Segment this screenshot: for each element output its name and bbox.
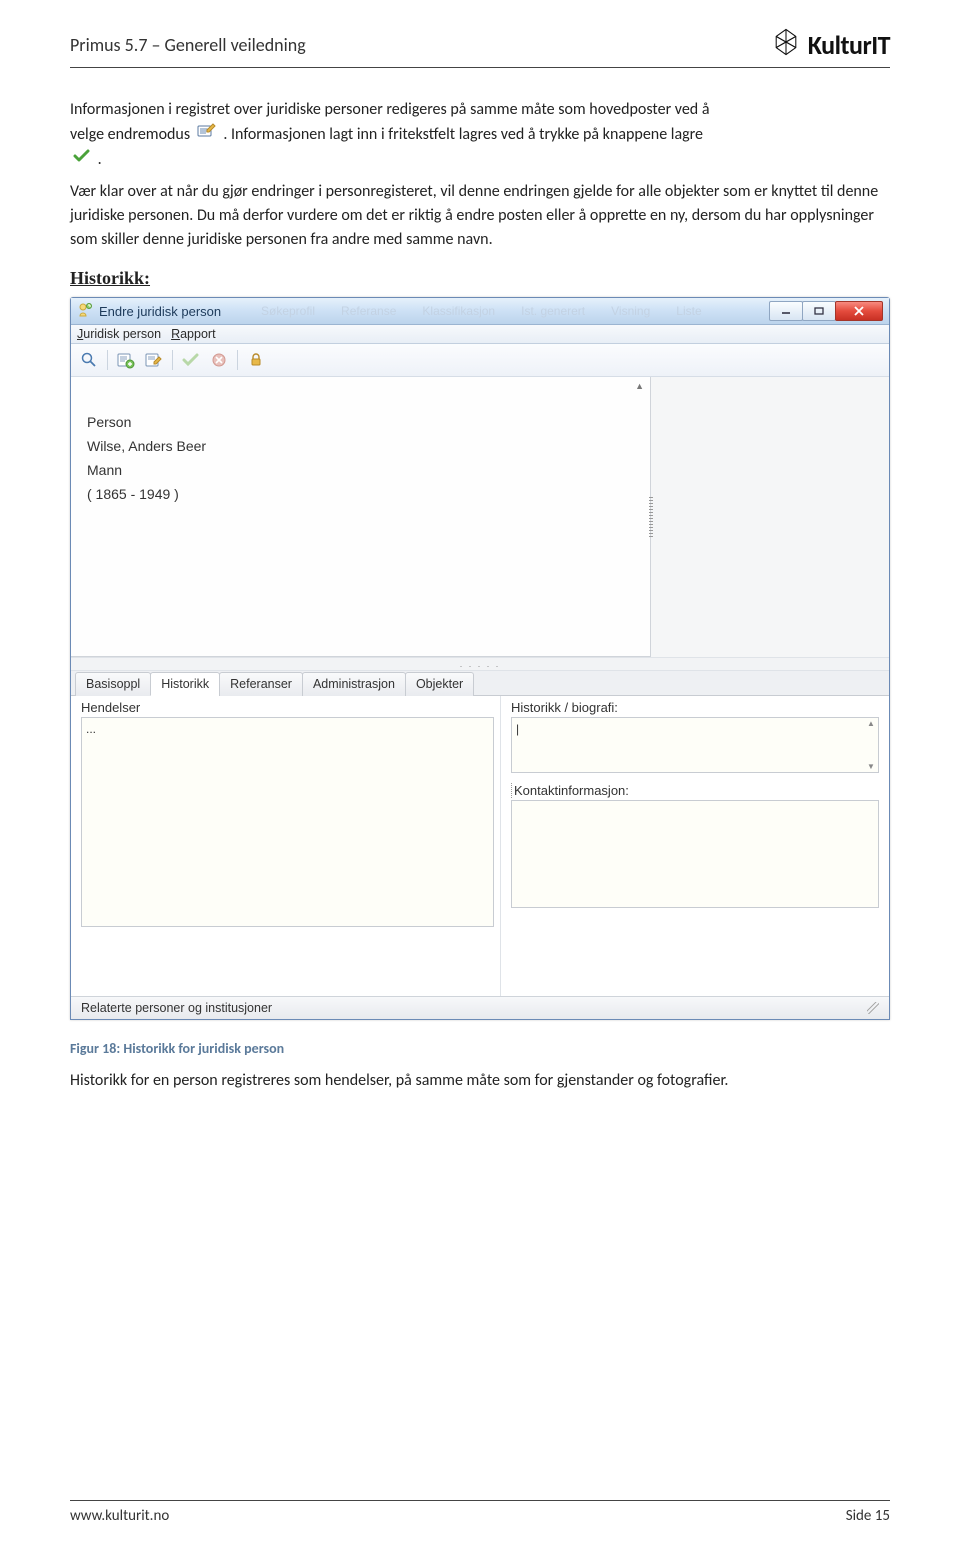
upper-content: ▲ Person Wilse, Anders Beer Mann ( 1865 …	[71, 377, 889, 657]
heading-historikk: Historikk:	[70, 268, 890, 289]
scroll-down-icon[interactable]: ▼	[867, 762, 875, 771]
edit-record-button[interactable]	[142, 348, 166, 372]
footer-url: www.kulturit.no	[70, 1507, 169, 1525]
toolbar	[71, 344, 889, 377]
para1-seg-d: .	[98, 150, 102, 169]
statusbar-text: Relaterte personer og institusjoner	[81, 1001, 272, 1015]
person-summary-panel: ▲ Person Wilse, Anders Beer Mann ( 1865 …	[71, 377, 651, 657]
hendelser-value: ...	[86, 722, 96, 736]
tabs-row: Basisoppl Historikk Referanser Administr…	[71, 671, 889, 696]
toolbar-separator	[237, 350, 238, 370]
para1-seg-b: velge endremodus	[70, 125, 194, 144]
horizontal-splitter[interactable]: . . . . .	[71, 657, 889, 671]
footer-page: Side 15	[846, 1507, 890, 1525]
brand-logo-icon	[772, 28, 800, 61]
maximize-button[interactable]	[802, 301, 836, 321]
brand-text: KulturIT	[808, 29, 890, 61]
person-type: Person	[87, 411, 638, 435]
toolbar-separator	[107, 350, 108, 370]
window-controls	[770, 301, 883, 321]
tab-objekter[interactable]: Objekter	[405, 672, 474, 696]
titlebar[interactable]: Endre juridisk person Søkeprofil Referan…	[71, 298, 889, 325]
cancel-button[interactable]	[207, 348, 231, 372]
search-button[interactable]	[77, 348, 101, 372]
body-paragraph-1: Informasjonen i registret over juridiske…	[70, 98, 890, 172]
hendelser-textarea[interactable]: ...	[81, 717, 494, 927]
new-record-button[interactable]	[114, 348, 138, 372]
menu-juridisk-person[interactable]: Juridisk person	[77, 327, 161, 341]
tab-administrasjon[interactable]: Administrasjon	[302, 672, 406, 696]
body-paragraph-3: Historikk for en person registreres som …	[70, 1069, 890, 1093]
titlebar-ghost-tabs: Søkeprofil Referanse Klassifikasjon Ist.…	[261, 304, 702, 318]
save-button[interactable]	[179, 348, 203, 372]
resize-grip-icon[interactable]	[867, 1002, 879, 1014]
tab-referanser[interactable]: Referanser	[219, 672, 303, 696]
hendelser-panel: Hendelser ...	[71, 696, 501, 996]
doc-header: Primus 5.7 – Generell veiledning KulturI…	[70, 28, 890, 68]
doc-footer: www.kulturit.no Side 15	[70, 1500, 890, 1525]
hendelser-label: Hendelser	[81, 700, 494, 715]
save-check-icon	[73, 148, 91, 172]
collapse-up-icon[interactable]: ▲	[635, 379, 644, 394]
brand: KulturIT	[772, 28, 890, 61]
tab-historikk[interactable]: Historikk	[150, 672, 220, 696]
menu-rapport[interactable]: Rapport	[171, 327, 215, 341]
person-gender: Mann	[87, 459, 638, 483]
historikk-biografi-label: Historikk / biografi:	[511, 700, 879, 715]
minimize-button[interactable]	[769, 301, 803, 321]
window-title: Endre juridisk person	[99, 304, 221, 319]
app-window: Endre juridisk person Søkeprofil Referan…	[70, 297, 890, 1020]
figure-caption: Figur 18: Historikk for juridisk person	[70, 1040, 890, 1057]
tab-basisoppl[interactable]: Basisoppl	[75, 672, 151, 696]
close-button[interactable]	[835, 301, 883, 321]
upper-right-blank	[651, 377, 889, 657]
vertical-splitter-handle[interactable]	[649, 497, 653, 537]
para1-seg-c: . Informasjonen lagt inn i fritekstfelt …	[223, 125, 703, 144]
edit-mode-icon	[197, 122, 217, 148]
para1-seg-a: Informasjonen i registret over juridiske…	[70, 100, 710, 119]
historikk-biografi-textarea[interactable]: |	[511, 717, 879, 773]
person-dates: ( 1865 - 1949 )	[87, 483, 638, 507]
statusbar: Relaterte personer og institusjoner	[71, 996, 889, 1019]
app-icon	[77, 302, 93, 321]
textarea-scrollbar[interactable]: ▲ ▼	[865, 719, 877, 771]
historikk-panels: Hendelser ... Historikk / biografi: | ▲ …	[71, 696, 889, 996]
kontaktinfo-label: Kontaktinformasjon:	[511, 783, 629, 798]
menubar: Juridisk person Rapport	[71, 325, 889, 344]
toolbar-separator	[172, 350, 173, 370]
person-name: Wilse, Anders Beer	[87, 435, 638, 459]
body-paragraph-2: Vær klar over at når du gjør endringer i…	[70, 180, 890, 252]
doc-header-title: Primus 5.7 – Generell veiledning	[70, 34, 306, 56]
lock-button[interactable]	[244, 348, 268, 372]
kontaktinfo-textarea[interactable]	[511, 800, 879, 908]
biografi-panel: Historikk / biografi: | ▲ ▼ Kontaktinfor…	[501, 696, 889, 996]
scroll-up-icon[interactable]: ▲	[867, 719, 875, 728]
